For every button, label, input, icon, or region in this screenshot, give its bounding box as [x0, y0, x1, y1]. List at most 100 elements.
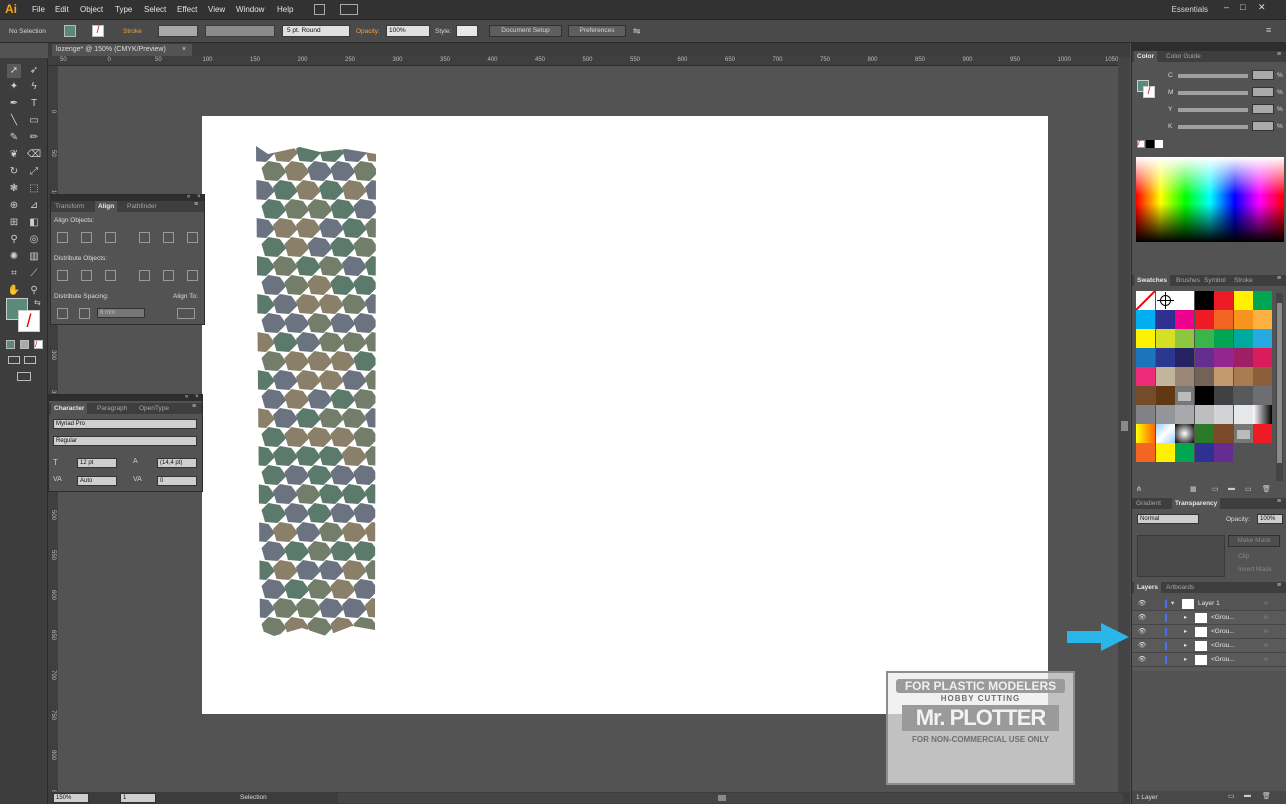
color-swatch[interactable]: [1194, 367, 1214, 386]
close-tab-icon[interactable]: ×: [182, 44, 186, 56]
color-swatch[interactable]: [1233, 329, 1253, 348]
gradient-swatch[interactable]: [1253, 405, 1272, 424]
vertical-distribute-bottom-icon[interactable]: [105, 270, 116, 281]
transparency-opacity-field[interactable]: 100%: [1257, 514, 1283, 524]
tab-brushes[interactable]: Brushes: [1176, 277, 1200, 284]
color-swatch[interactable]: [1136, 405, 1155, 424]
eye-icon[interactable]: 👁: [1138, 611, 1146, 625]
tab-opentype[interactable]: OpenType: [139, 405, 169, 412]
color-group-folder-icon[interactable]: [1175, 386, 1194, 405]
gradient-swatch[interactable]: [1155, 424, 1175, 443]
font-size-field[interactable]: 12 pt: [77, 458, 117, 468]
channel-c-field[interactable]: [1252, 70, 1274, 80]
color-swatch[interactable]: [1194, 386, 1214, 405]
none-mode-icon[interactable]: /: [34, 340, 43, 349]
none-color-icon[interactable]: /: [1137, 140, 1145, 148]
black-color-icon[interactable]: [1146, 140, 1154, 148]
opacity-label[interactable]: Opacity:: [356, 28, 380, 35]
color-swatch[interactable]: [1214, 405, 1233, 424]
screen-mode-icon[interactable]: [17, 372, 31, 381]
document-tab[interactable]: lozenge* @ 150% (CMYK/Preview) ×: [52, 44, 192, 56]
color-group-folder-icon[interactable]: [1233, 424, 1253, 443]
color-swatch[interactable]: [1253, 329, 1272, 348]
stroke-label[interactable]: Stroke: [123, 28, 142, 35]
horizontal-scrollbar[interactable]: [338, 793, 1123, 803]
panel-menu-icon[interactable]: ≡: [1277, 275, 1281, 282]
artboard-tool-icon[interactable]: ⌗: [7, 267, 21, 281]
pen-tool-icon[interactable]: ✒: [7, 97, 21, 111]
color-swatch[interactable]: [1175, 405, 1194, 424]
delete-layer-icon[interactable]: 🗑: [1262, 792, 1271, 800]
arrange-icon[interactable]: ⇋: [633, 26, 641, 37]
close-panel-icon[interactable]: ×: [197, 194, 201, 200]
color-swatch[interactable]: [1175, 329, 1194, 348]
collapse-panel-icon[interactable]: «: [185, 394, 188, 400]
perspective-grid-tool-icon[interactable]: ⊿: [27, 199, 41, 213]
kerning-field[interactable]: Auto: [77, 476, 117, 486]
layer-name[interactable]: <Grou...: [1211, 653, 1235, 667]
white-color-icon[interactable]: [1155, 140, 1163, 148]
expand-triangle-icon[interactable]: ▾: [1171, 597, 1174, 611]
menu-effect[interactable]: Effect: [177, 5, 197, 14]
target-icon[interactable]: ○: [1264, 653, 1268, 667]
swatch-kind-icon[interactable]: ▦: [1190, 485, 1197, 493]
panel-menu-icon[interactable]: ≡: [192, 403, 196, 410]
graphic-style-picker[interactable]: [456, 25, 478, 37]
tracking-field[interactable]: 0: [157, 476, 197, 486]
pencil-tool-icon[interactable]: ✏: [27, 131, 41, 145]
color-swatch[interactable]: [1214, 291, 1233, 310]
expand-triangle-icon[interactable]: ▸: [1184, 639, 1187, 653]
horizontal-distribute-center-icon[interactable]: [163, 270, 174, 281]
expand-triangle-icon[interactable]: ▸: [1184, 625, 1187, 639]
tab-transform[interactable]: Transform: [55, 203, 84, 210]
eraser-tool-icon[interactable]: ⌫: [27, 148, 41, 162]
horizontal-distribute-space-icon[interactable]: [79, 308, 90, 319]
pattern-swatch[interactable]: [1194, 424, 1214, 443]
mesh-tool-icon[interactable]: ⊞: [7, 216, 21, 230]
font-style-field[interactable]: Regular: [53, 436, 197, 446]
color-swatch[interactable]: [1175, 291, 1194, 310]
target-icon[interactable]: ○: [1264, 611, 1268, 625]
vertical-align-bottom-icon[interactable]: [187, 232, 198, 243]
color-swatch[interactable]: [1194, 405, 1214, 424]
color-swatch[interactable]: [1253, 386, 1272, 405]
color-swatch[interactable]: [1233, 348, 1253, 367]
color-swatch[interactable]: [1233, 367, 1253, 386]
eye-icon[interactable]: 👁: [1138, 625, 1146, 639]
color-swatch[interactable]: [1136, 329, 1155, 348]
lasso-tool-icon[interactable]: ϟ: [27, 80, 41, 94]
channel-m-slider[interactable]: [1178, 91, 1248, 95]
brush-definition[interactable]: 5 pt. Round: [282, 25, 350, 37]
tab-gradient[interactable]: Gradient: [1136, 500, 1161, 507]
blend-tool-icon[interactable]: ◎: [27, 233, 41, 247]
artboard[interactable]: [202, 116, 1048, 714]
color-swatch[interactable]: [1136, 348, 1155, 367]
eye-icon[interactable]: 👁: [1138, 653, 1146, 667]
vertical-align-center-icon[interactable]: [163, 232, 174, 243]
tab-character[interactable]: Character: [51, 403, 88, 414]
tab-pathfinder[interactable]: Pathfinder: [127, 203, 157, 210]
variable-width-profile[interactable]: [205, 25, 275, 37]
new-color-group-icon[interactable]: ▬: [1228, 485, 1235, 492]
color-swatch[interactable]: [1214, 348, 1233, 367]
scale-tool-icon[interactable]: ⤢: [27, 165, 41, 179]
lozenge-pattern[interactable]: [202, 116, 1048, 714]
channel-c-slider[interactable]: [1178, 74, 1248, 78]
pattern-swatch[interactable]: [1175, 424, 1194, 443]
menu-file[interactable]: File: [32, 5, 45, 14]
color-swatch[interactable]: [1253, 310, 1272, 329]
swatch-libraries-icon[interactable]: ⋔: [1136, 485, 1142, 493]
layer-row[interactable]: 👁 ▸ <Grou... ○: [1132, 639, 1286, 653]
document-setup-button[interactable]: Document Setup: [489, 25, 562, 37]
color-swatch[interactable]: [1194, 310, 1214, 329]
color-swatch[interactable]: [1155, 348, 1175, 367]
vertical-scrollbar[interactable]: [1118, 58, 1130, 792]
new-layer-icon[interactable]: ▭: [1228, 792, 1235, 800]
leading-field[interactable]: (14,4 pt): [157, 458, 197, 468]
color-swatch[interactable]: [1175, 367, 1194, 386]
color-swatch[interactable]: [1155, 443, 1175, 462]
close-icon[interactable]: ✕: [1258, 2, 1266, 13]
tab-transparency[interactable]: Transparency: [1172, 498, 1221, 509]
stroke-swatch-icon[interactable]: /: [18, 310, 40, 332]
gradient-swatch[interactable]: [1136, 424, 1155, 443]
